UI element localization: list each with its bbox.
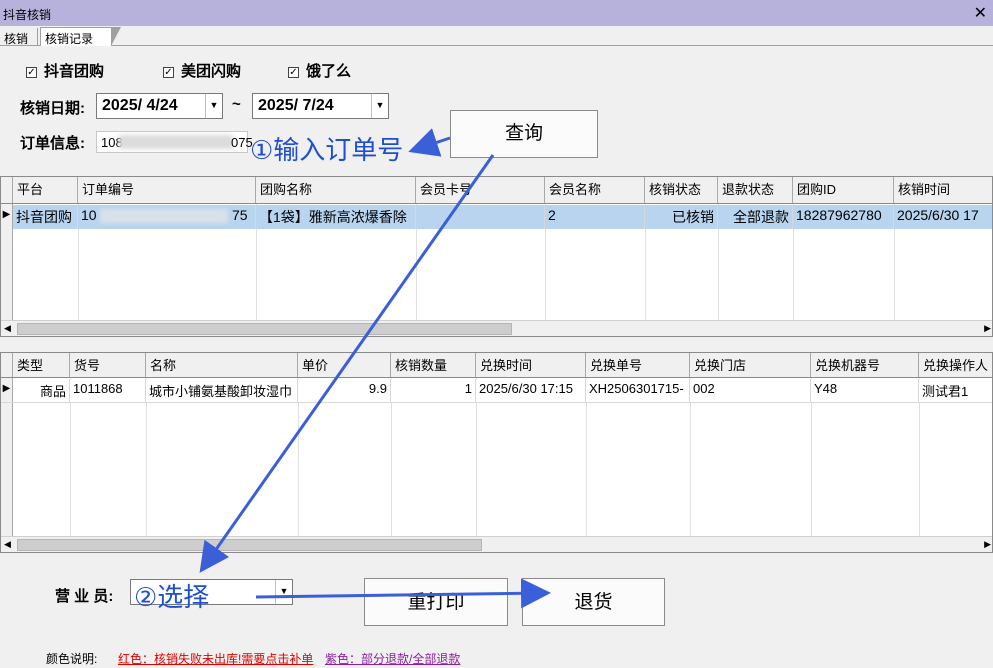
cell-sku: 1011868 [70,379,146,402]
return-button[interactable]: 退货 [522,578,665,626]
col-verify-time[interactable]: 核销时间 [894,177,992,203]
checkbox-check-icon: ✓ [26,67,37,78]
chevron-down-icon[interactable]: ▼ [371,94,388,118]
reprint-button[interactable]: 重打印 [364,578,508,626]
row-pointer-icon: ▶ [1,205,13,229]
cell-exchange-no: XH2506301715- [586,379,690,402]
checkbox-check-icon: ✓ [163,67,174,78]
items-header: 类型 货号 名称 单价 核销数量 兑换时间 兑换单号 兑换门店 兑换机器号 兑换… [1,353,992,378]
chevron-down-icon[interactable]: ▼ [205,94,222,118]
chevron-down-icon[interactable]: ▼ [275,580,292,604]
checkbox-meituan[interactable]: ✓ 美团闪购 [163,60,241,81]
scroll-thumb[interactable] [17,539,482,551]
col-time[interactable]: 兑换时间 [476,353,586,377]
date-from-value: 2025/ 4/24 [102,97,178,114]
col-qty[interactable]: 核销数量 [391,353,476,377]
scroll-left-icon[interactable]: ◀ [4,539,11,550]
order-input[interactable]: 108 075 [96,131,253,153]
orders-grid: 平台 订单编号 团购名称 会员卡号 会员名称 核销状态 退款状态 团购ID 核销… [0,176,993,337]
scroll-left-icon[interactable]: ◀ [4,323,11,334]
col-machine[interactable]: 兑换机器号 [811,353,919,377]
col-sku[interactable]: 货号 [70,353,146,377]
orders-hscrollbar[interactable]: ◀ ▶ [1,320,992,336]
date-to-value: 2025/ 7/24 [258,97,334,114]
cell-time: 2025/6/30 17:15 [476,379,586,402]
tab-verify[interactable]: 核销 [0,28,38,46]
query-button[interactable]: 查询 [450,110,598,158]
scroll-thumb[interactable] [17,323,512,335]
cell-operator: 测试君1 [919,379,992,402]
col-operator[interactable]: 兑换操作人 [919,353,992,377]
order-label: 订单信息: [20,135,85,152]
row-pointer-icon: ▶ [1,379,13,402]
col-name[interactable]: 名称 [146,353,298,377]
date-label: 核销日期: [20,100,85,117]
item-row[interactable]: ▶ 商品 1011868 城市小铺氨基酸卸妆湿巾 9.9 1 2025/6/30… [1,379,992,403]
title-bar: 抖音核销 ✕ [0,0,993,26]
legend-red: 红色：核销失败未出库!需要点击补单 [118,652,314,666]
cell-type: 商品 [13,379,70,402]
col-refund-status[interactable]: 退款状态 [718,177,793,203]
cell-verify-status: 已核销 [645,205,718,229]
row-header-corner [1,353,13,377]
tab-strip: 核销 核销记录 [0,26,993,46]
clerk-label: 营 业 员: [55,588,114,605]
window-title: 抖音核销 [3,8,52,22]
cell-order-no: 10 75 [78,205,256,229]
col-exchange-no[interactable]: 兑换单号 [586,353,690,377]
cell-group-name: 【1袋】雅新高浓爆香除 [256,205,416,229]
cell-member-name: 2 [545,205,645,229]
orders-header: 平台 订单编号 团购名称 会员卡号 会员名称 核销状态 退款状态 团购ID 核销… [1,177,992,204]
redacted-mask [100,209,228,223]
tab-verify-records[interactable]: 核销记录 [40,27,121,46]
cell-platform: 抖音团购 [13,205,78,229]
order-row[interactable]: ▶ 抖音团购 10 75 【1袋】雅新高浓爆香除 2 已核销 全部退款 1828… [1,205,992,229]
cell-refund-status: 全部退款 [718,205,793,229]
cell-name: 城市小铺氨基酸卸妆湿巾 [146,379,298,402]
col-member-card[interactable]: 会员卡号 [416,177,545,203]
items-grid: 类型 货号 名称 单价 核销数量 兑换时间 兑换单号 兑换门店 兑换机器号 兑换… [0,352,993,553]
cell-member-card [416,205,545,229]
date-from-picker[interactable]: 2025/ 4/24 ▼ [96,93,223,119]
cell-verify-time: 2025/6/30 17 [894,205,992,229]
redacted-mask [119,135,233,149]
legend-purple: 紫色：部分退款/全部退款 [325,652,461,666]
cell-machine: Y48 [811,379,919,402]
col-type[interactable]: 类型 [13,353,70,377]
checkbox-check-icon: ✓ [288,67,299,78]
checkbox-douyin[interactable]: ✓ 抖音团购 [26,60,104,81]
col-group-id[interactable]: 团购ID [793,177,894,203]
col-store[interactable]: 兑换门店 [690,353,811,377]
date-to-picker[interactable]: 2025/ 7/24 ▼ [252,93,389,119]
cell-store: 002 [690,379,811,402]
date-separator: ~ [232,96,241,113]
col-platform[interactable]: 平台 [13,177,78,203]
annotation-step2: ②选择 [134,582,210,612]
close-icon[interactable]: ✕ [974,3,987,23]
legend-title: 颜色说明: [46,652,98,666]
cell-qty: 1 [391,379,476,402]
scroll-right-icon[interactable]: ▶ [984,323,991,334]
cell-group-id: 18287962780 [793,205,894,229]
cell-order-prefix: 10 [81,207,97,223]
items-hscrollbar[interactable]: ◀ ▶ [1,536,992,552]
col-order-no[interactable]: 订单编号 [78,177,256,203]
col-price[interactable]: 单价 [298,353,391,377]
cell-order-suffix: 75 [232,207,248,223]
col-verify-status[interactable]: 核销状态 [645,177,718,203]
annotation-step1: ①输入订单号 [250,135,404,165]
scroll-right-icon[interactable]: ▶ [984,539,991,550]
checkbox-eleme[interactable]: ✓ 饿了么 [288,60,351,81]
cell-price: 9.9 [298,379,391,402]
arrow-to-order-input [408,128,451,157]
col-member-name[interactable]: 会员名称 [545,177,645,203]
col-group-name[interactable]: 团购名称 [256,177,416,203]
row-header-corner [1,177,13,203]
